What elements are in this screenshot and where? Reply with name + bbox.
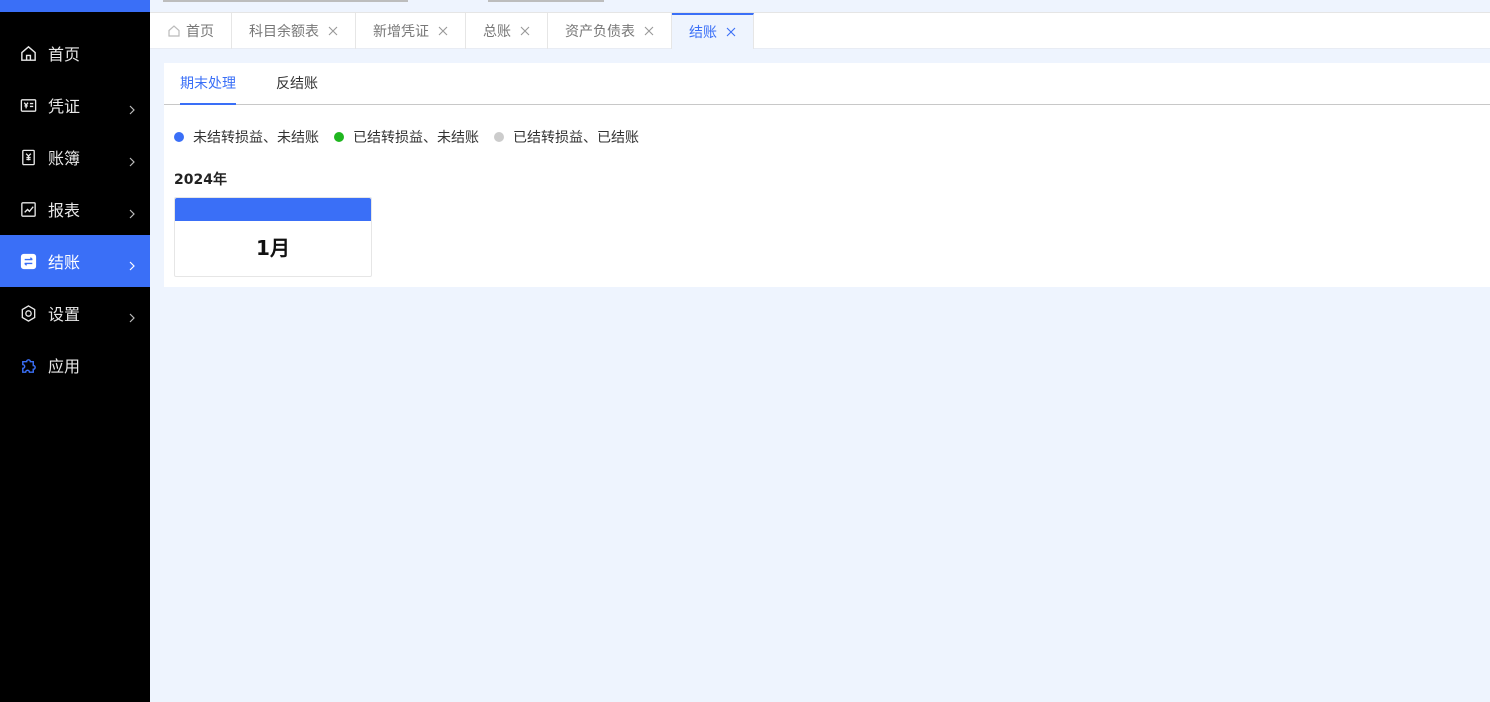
sidebar-item-ledger[interactable]: 账簿 bbox=[0, 131, 150, 183]
sidebar: 首页 凭证 账簿 报表 结账 设置 应用 bbox=[0, 0, 150, 702]
sidebar-item-label: 报表 bbox=[48, 201, 81, 220]
legend-label: 未结转损益、未结账 bbox=[193, 130, 319, 146]
sidebar-item-apps[interactable]: 应用 bbox=[0, 339, 150, 391]
sidebar-item-label: 结账 bbox=[48, 253, 81, 272]
legend-item-closed: 已结转损益、已结账 bbox=[494, 127, 639, 147]
subtab-period-end[interactable]: 期末处理 bbox=[180, 63, 236, 105]
chevron-right-icon bbox=[127, 152, 137, 167]
tab-closing[interactable]: 结账 bbox=[672, 13, 754, 49]
sidebar-top-accent bbox=[0, 0, 150, 12]
month-label: 1月 bbox=[256, 236, 290, 260]
tab-balance-sheet[interactable]: 资产负债表 bbox=[548, 13, 672, 49]
sidebar-item-label: 账簿 bbox=[48, 149, 81, 168]
close-icon[interactable] bbox=[644, 26, 654, 36]
sidebar-item-label: 首页 bbox=[48, 45, 81, 64]
status-dot-blue bbox=[174, 132, 184, 142]
legend-label: 已结转损益、未结账 bbox=[353, 130, 479, 146]
home-icon bbox=[167, 24, 181, 38]
subtab-reverse-closing[interactable]: 反结账 bbox=[276, 63, 318, 105]
tab-label: 总账 bbox=[483, 24, 511, 40]
puzzle-icon bbox=[19, 356, 38, 375]
close-icon[interactable] bbox=[520, 26, 530, 36]
chevron-right-icon bbox=[127, 204, 137, 219]
chevron-right-icon bbox=[127, 100, 137, 115]
closing-exchange-icon bbox=[19, 252, 38, 271]
month-status-bar bbox=[175, 198, 371, 221]
close-icon[interactable] bbox=[726, 27, 736, 37]
sidebar-item-settings[interactable]: 设置 bbox=[0, 287, 150, 339]
chevron-right-icon bbox=[127, 256, 137, 271]
voucher-icon bbox=[19, 96, 38, 115]
sidebar-item-home[interactable]: 首页 bbox=[0, 27, 150, 79]
gear-icon bbox=[19, 304, 38, 323]
tab-account-balance[interactable]: 科目余额表 bbox=[232, 13, 356, 49]
tab-home[interactable]: 首页 bbox=[150, 13, 232, 49]
sidebar-item-report[interactable]: 报表 bbox=[0, 183, 150, 235]
top-strip-left bbox=[163, 0, 408, 2]
tab-label: 科目余额表 bbox=[249, 24, 319, 40]
sidebar-item-voucher[interactable]: 凭证 bbox=[0, 79, 150, 131]
sidebar-item-label: 凭证 bbox=[48, 97, 81, 116]
close-icon[interactable] bbox=[328, 26, 338, 36]
closing-panel: 期末处理 反结账 未结转损益、未结账 已结转损益、未结账 已结转损益、已结账 2… bbox=[164, 63, 1490, 287]
tab-label: 资产负债表 bbox=[565, 24, 635, 40]
sidebar-item-label: 设置 bbox=[48, 305, 81, 324]
month-card-january[interactable]: 1月 bbox=[174, 197, 372, 277]
legend-label: 已结转损益、已结账 bbox=[513, 130, 639, 146]
chevron-right-icon bbox=[127, 308, 137, 323]
tab-label: 结账 bbox=[689, 25, 717, 41]
report-chart-icon bbox=[19, 200, 38, 219]
status-dot-gray bbox=[494, 132, 504, 142]
status-legend: 未结转损益、未结账 已结转损益、未结账 已结转损益、已结账 bbox=[174, 127, 654, 147]
tab-label: 首页 bbox=[186, 24, 214, 40]
sidebar-item-label: 应用 bbox=[48, 357, 81, 376]
year-heading: 2024年 bbox=[174, 172, 227, 188]
ledger-book-icon bbox=[19, 148, 38, 167]
page-tabs: 首页 科目余额表 新增凭证 总账 资产负债表 结账 bbox=[150, 13, 1490, 49]
close-icon[interactable] bbox=[438, 26, 448, 36]
sidebar-nav: 首页 凭证 账簿 报表 结账 设置 应用 bbox=[0, 27, 150, 391]
tab-label: 新增凭证 bbox=[373, 24, 429, 40]
sidebar-item-closing[interactable]: 结账 bbox=[0, 235, 150, 287]
home-icon bbox=[19, 44, 38, 63]
top-strip-right bbox=[488, 0, 604, 2]
legend-item-open: 未结转损益、未结账 bbox=[174, 127, 319, 147]
status-dot-green bbox=[334, 132, 344, 142]
tab-new-voucher[interactable]: 新增凭证 bbox=[356, 13, 466, 49]
tab-general-ledger[interactable]: 总账 bbox=[466, 13, 548, 49]
legend-item-transferred: 已结转损益、未结账 bbox=[334, 127, 479, 147]
closing-subtabs: 期末处理 反结账 bbox=[164, 63, 1490, 105]
